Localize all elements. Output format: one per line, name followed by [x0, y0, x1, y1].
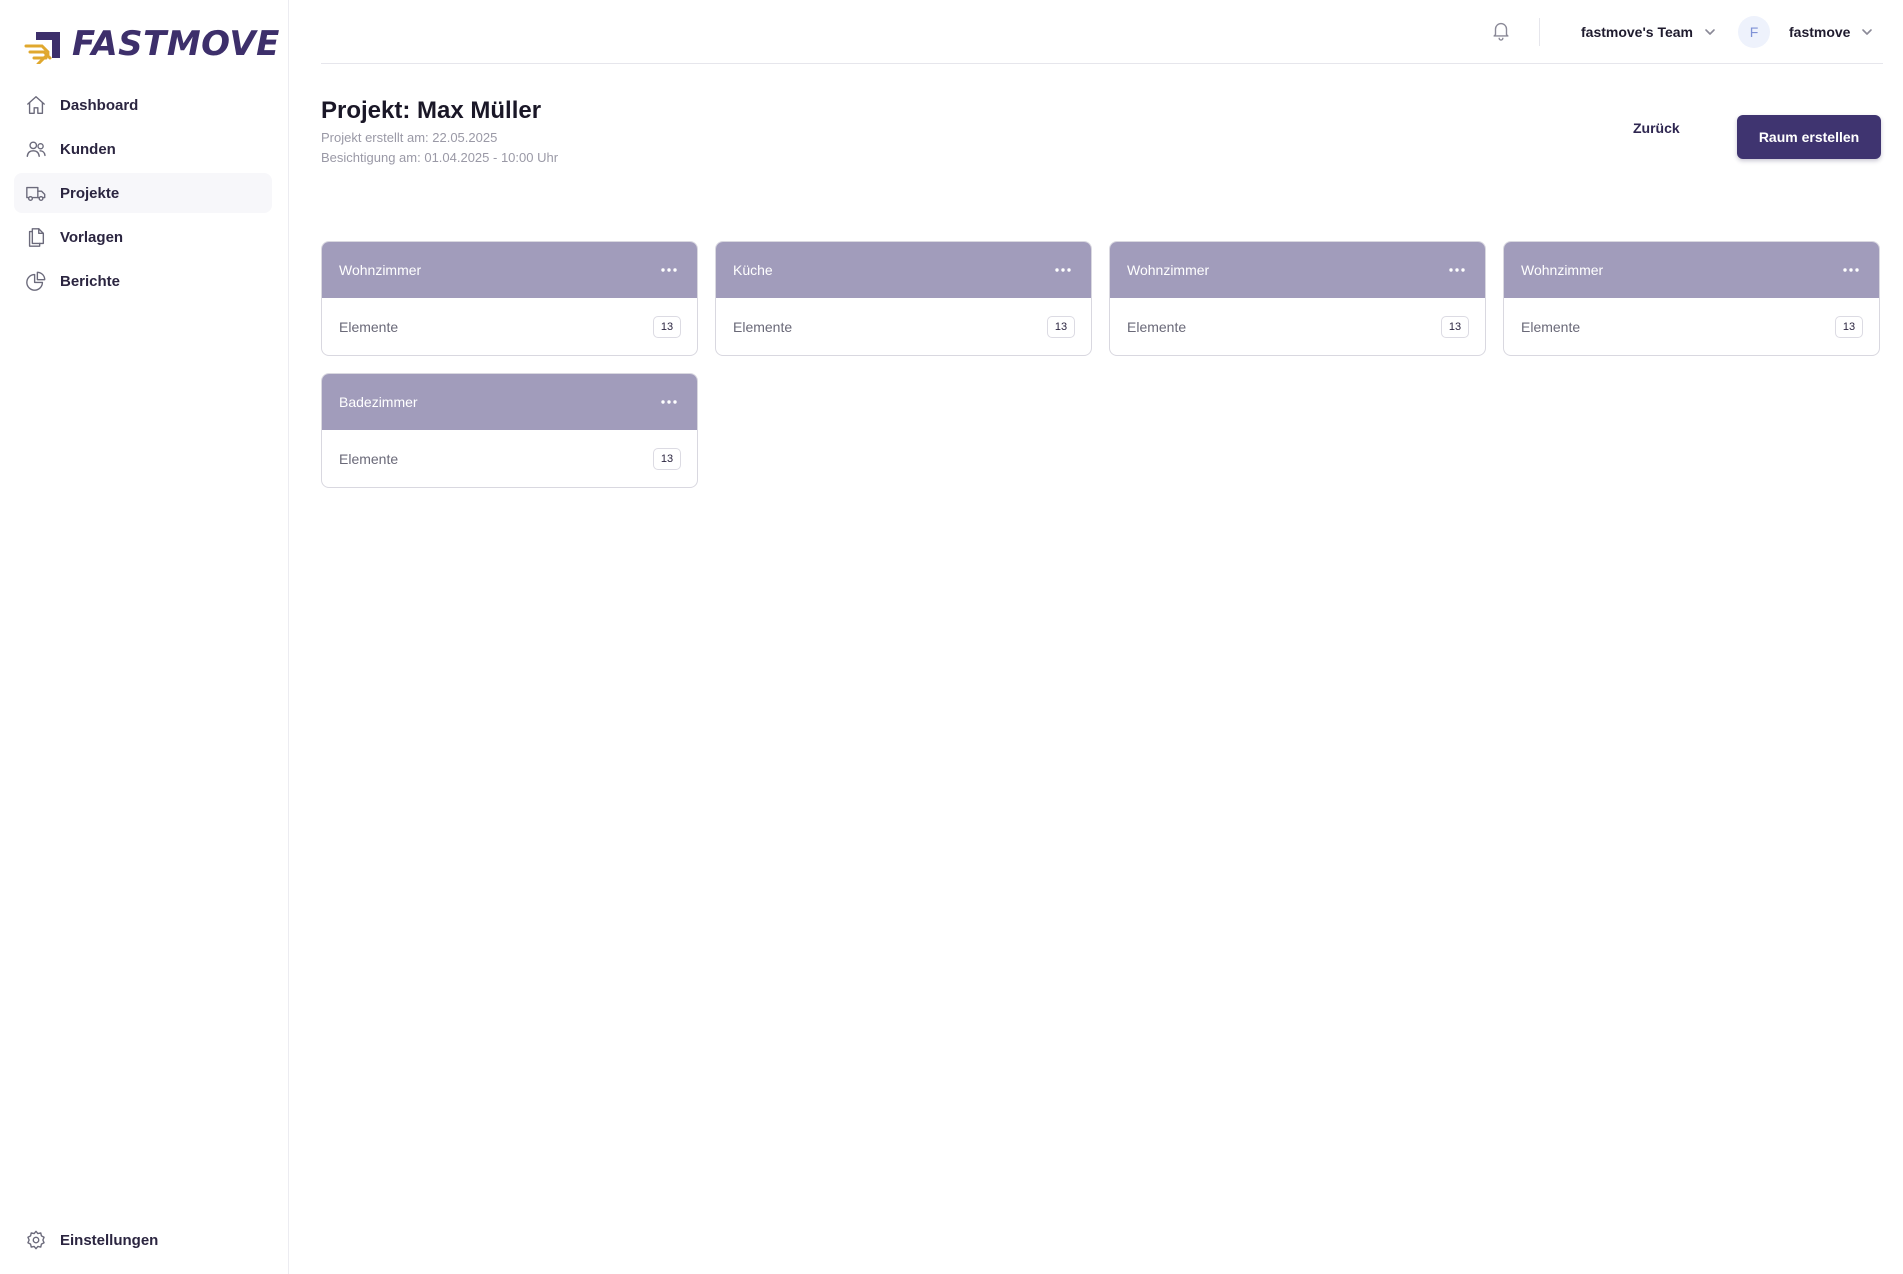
elements-count-badge: 13	[1835, 316, 1863, 338]
sidebar: FASTMOVE Dashboard Kunden Projekte Vorla…	[0, 0, 289, 1274]
team-switcher[interactable]: fastmove's Team	[1581, 20, 1717, 44]
bell-icon	[1493, 22, 1509, 41]
elements-count-badge: 13	[653, 448, 681, 470]
sidebar-item-kunden[interactable]: Kunden	[14, 129, 272, 169]
elements-count-badge: 13	[1047, 316, 1075, 338]
logo[interactable]: FASTMOVE	[24, 20, 280, 68]
create-room-button[interactable]: Raum erstellen	[1737, 115, 1881, 159]
chevron-down-icon	[1703, 25, 1717, 39]
topbar: fastmove's Team F fastmove	[321, 0, 1883, 64]
room-name: Wohnzimmer	[339, 262, 422, 278]
elements-count-badge: 13	[653, 316, 681, 338]
elements-label: Elemente	[733, 319, 793, 335]
room-name: Wohnzimmer	[1127, 262, 1210, 278]
pie-chart-icon	[24, 269, 48, 293]
sidebar-item-dashboard[interactable]: Dashboard	[14, 85, 272, 125]
sidebar-item-label: Berichte	[60, 272, 121, 290]
home-icon	[24, 93, 48, 117]
more-options-icon[interactable]	[1051, 260, 1075, 280]
logo-text: FASTMOVE	[72, 24, 280, 64]
room-name: Badezimmer	[339, 394, 418, 410]
sidebar-nav: Dashboard Kunden Projekte Vorlagen Beric…	[14, 85, 272, 305]
room-name: Wohnzimmer	[1521, 262, 1604, 278]
avatar[interactable]: F	[1738, 16, 1770, 48]
more-options-icon[interactable]	[657, 260, 681, 280]
more-options-icon[interactable]	[1839, 260, 1863, 280]
room-card: Wohnzimmer Elemente 13	[1109, 241, 1486, 356]
elements-count-badge: 13	[1441, 316, 1469, 338]
viewing-date: Besichtigung am: 01.04.2025 - 10:00 Uhr	[321, 150, 559, 165]
back-button[interactable]: Zurück	[1633, 120, 1680, 136]
room-card-body: Elemente 13	[1504, 298, 1879, 355]
page-title: Projekt: Max Müller	[321, 97, 542, 124]
room-card-header[interactable]: Wohnzimmer	[1504, 242, 1879, 298]
sidebar-item-label: Dashboard	[60, 96, 139, 114]
fastmove-logo-icon	[24, 32, 60, 64]
chevron-down-icon	[1860, 25, 1874, 39]
sidebar-item-berichte[interactable]: Berichte	[14, 261, 272, 301]
room-card: Wohnzimmer Elemente 13	[321, 241, 698, 356]
more-options-icon[interactable]	[1445, 260, 1469, 280]
truck-icon	[24, 181, 48, 205]
room-card: Wohnzimmer Elemente 13	[1503, 241, 1880, 356]
sidebar-item-einstellungen[interactable]: Einstellungen	[24, 1228, 158, 1252]
user-menu[interactable]: fastmove	[1789, 20, 1874, 44]
user-label: fastmove	[1789, 24, 1851, 40]
room-card-body: Elemente 13	[322, 298, 697, 355]
gear-icon	[24, 1228, 48, 1252]
room-card-header[interactable]: Badezimmer	[322, 374, 697, 430]
room-card-body: Elemente 13	[1110, 298, 1485, 355]
notifications-button[interactable]	[1490, 19, 1516, 45]
room-card: Badezimmer Elemente 13	[321, 373, 698, 488]
elements-label: Elemente	[1521, 319, 1581, 335]
room-card-header[interactable]: Wohnzimmer	[1110, 242, 1485, 298]
team-label: fastmove's Team	[1581, 24, 1694, 40]
project-created-date: Projekt erstellt am: 22.05.2025	[321, 130, 498, 145]
room-card-body: Elemente 13	[322, 430, 697, 487]
elements-label: Elemente	[1127, 319, 1187, 335]
sidebar-item-label: Kunden	[60, 140, 116, 158]
more-options-icon[interactable]	[657, 392, 681, 412]
room-card-header[interactable]: Wohnzimmer	[322, 242, 697, 298]
room-name: Küche	[733, 262, 773, 278]
sidebar-item-vorlagen[interactable]: Vorlagen	[14, 217, 272, 257]
documents-icon	[24, 225, 48, 249]
sidebar-item-label: Vorlagen	[60, 228, 124, 246]
users-icon	[24, 137, 48, 161]
room-card: Küche Elemente 13	[715, 241, 1092, 356]
room-card-body: Elemente 13	[716, 298, 1091, 355]
sidebar-item-label: Projekte	[60, 184, 120, 202]
settings-label: Einstellungen	[60, 1231, 159, 1249]
elements-label: Elemente	[339, 319, 399, 335]
sidebar-item-projekte[interactable]: Projekte	[14, 173, 272, 213]
room-card-header[interactable]: Küche	[716, 242, 1091, 298]
elements-label: Elemente	[339, 451, 399, 467]
divider	[1539, 18, 1540, 46]
